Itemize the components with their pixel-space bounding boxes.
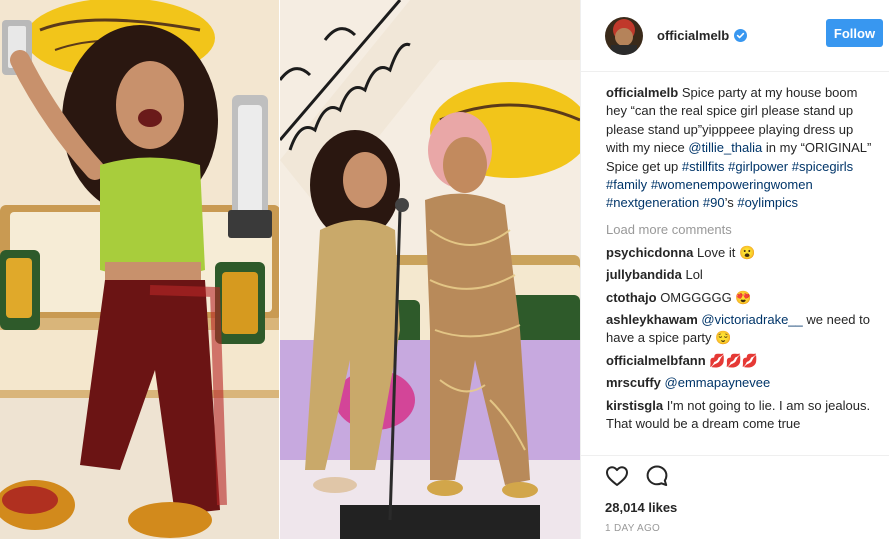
tag-link[interactable]: #nextgeneration [606,195,699,210]
comment-username[interactable]: jullybandida [606,267,682,282]
comment-username[interactable]: psychicdonna [606,245,693,260]
post-photo-left [0,0,280,539]
likes-count[interactable]: 28,014 likes [605,500,889,515]
comment-row: ctothajo OMGGGGG 😍 [606,289,877,307]
comment-username[interactable]: officialmelbfann [606,353,706,368]
comment-text: @emmapaynevee [665,375,771,390]
follow-button[interactable]: Follow [826,19,883,47]
comment-icon[interactable] [645,464,669,491]
comment-row: ashleykhawam @victoriadrake__ we need to… [606,311,877,348]
load-more-comments-button[interactable]: Load more comments [606,221,877,239]
tag-link[interactable]: #stillfits [682,159,725,174]
heart-icon[interactable] [605,464,629,491]
post-sidebar: officialmelb Follow officialmelb Spice p… [580,0,889,539]
comment-username[interactable]: ashleykhawam [606,312,698,327]
tag-link[interactable]: #womenempoweringwomen [651,177,813,192]
photo-right-illustration [280,0,580,539]
comments-list[interactable]: officialmelb Spice party at my house boo… [606,84,877,454]
tag-link[interactable]: #spicegirls [792,159,853,174]
tag-link[interactable]: @tillie_thalia [688,140,762,155]
comment-username[interactable]: mrscuffy [606,375,661,390]
post-photo-right [280,0,580,539]
text-segment: Love it 😮 [697,244,756,260]
text-segment: 💋💋💋 [709,352,758,368]
tag-link[interactable]: #girlpower [728,159,788,174]
caption: officialmelb Spice party at my house boo… [606,84,877,213]
comment-container: psychicdonna Love it 😮 jullybandida Lol ct… [606,244,877,434]
post-header: officialmelb Follow [581,0,889,72]
comment-text: Love it 😮 [697,245,755,260]
avatar[interactable] [605,16,643,55]
comment-row: psychicdonna Love it 😮 [606,244,877,262]
text-segment: Lol [685,267,703,283]
text-segment: ’s [724,195,738,211]
post-timestamp[interactable]: 1 DAY AGO [605,523,889,534]
tag-link[interactable]: #oylimpics [737,195,798,210]
action-icons [605,464,889,490]
tag-link[interactable]: #family [606,177,647,192]
comment-row: jullybandida Lol [606,266,877,284]
post-actions: 28,014 likes 1 DAY AGO [581,455,889,539]
caption-text: Spice party at my house boom hey “can th… [606,85,871,210]
tag-link[interactable]: #90 [703,195,725,210]
verified-badge-icon [734,29,748,42]
comment-username[interactable]: ctothajo [606,290,657,305]
post-media[interactable] [0,0,580,539]
header-username[interactable]: officialmelb [657,28,729,43]
comment-text: OMGGGGG 😍 [660,290,751,305]
caption-username[interactable]: officialmelb [606,85,678,100]
photo-left-illustration [0,0,280,539]
avatar-image [605,16,643,55]
comment-text: Lol [685,267,702,282]
comment-row: mrscuffy @emmapaynevee [606,374,877,392]
comment-text: 💋💋💋 [709,353,758,368]
comment-username[interactable]: kirstisgla [606,398,663,413]
text-segment: OMGGGGG 😍 [660,289,752,305]
comment-row: kirstisgla I'm not going to lie. I am so… [606,397,877,434]
comment-row: officialmelbfann 💋💋💋 [606,352,877,370]
tag-link[interactable]: @emmapaynevee [665,375,771,390]
tag-link[interactable]: @victoriadrake__ [701,312,802,327]
